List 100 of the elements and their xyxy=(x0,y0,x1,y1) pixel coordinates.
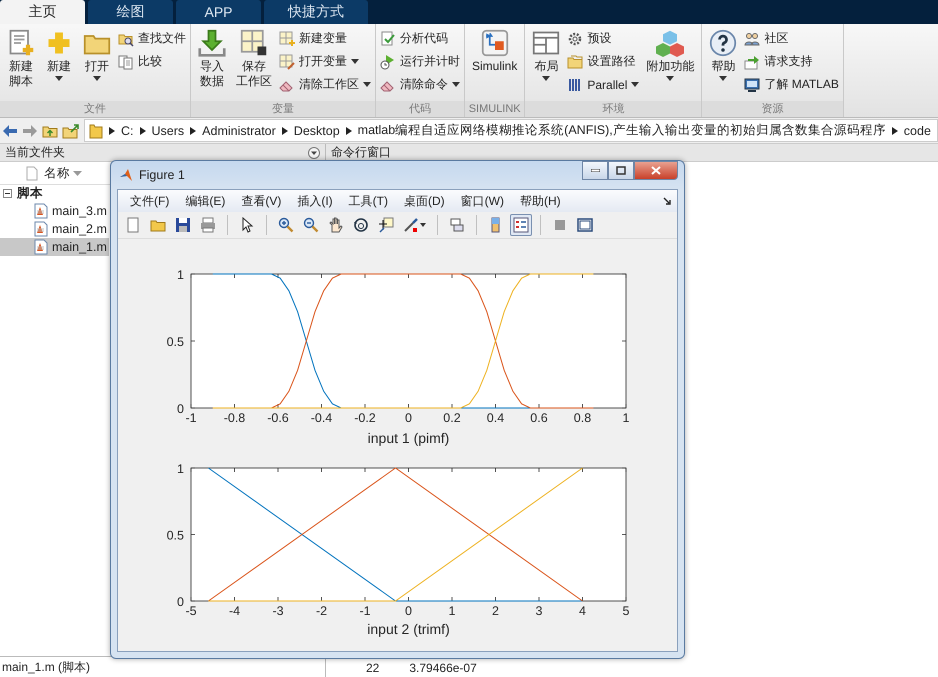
menu-item[interactable]: 插入(I) xyxy=(289,190,341,212)
caret-icon xyxy=(351,59,359,64)
caret-icon xyxy=(55,76,63,81)
ribbon-button[interactable]: 社区 xyxy=(744,29,839,48)
script-file-icon xyxy=(34,221,48,237)
section-title: 文件 xyxy=(0,101,190,117)
ribbon-button[interactable]: Simulink xyxy=(469,27,520,101)
caret-icon xyxy=(542,76,550,81)
menu-item[interactable]: 桌面(D) xyxy=(396,190,453,212)
ribbon-button[interactable]: 保存 工作区 xyxy=(233,27,275,101)
close-button[interactable] xyxy=(634,161,678,180)
folder-icon xyxy=(89,122,103,138)
tick-label: -0.2 xyxy=(354,411,376,425)
ribbon-button[interactable]: 新建 脚本 xyxy=(4,27,38,101)
sort-caret-icon xyxy=(73,170,82,176)
caret-icon xyxy=(631,82,640,87)
path-segment[interactable]: Users xyxy=(152,124,184,138)
arrow-document-icon xyxy=(744,54,760,70)
path-segment[interactable]: code xyxy=(904,124,931,138)
matlab-logo-icon xyxy=(119,168,133,182)
ribbon-button[interactable]: 清除工作区 xyxy=(279,75,371,94)
documents-icon xyxy=(118,54,134,70)
axis-label: input 1 (pimf) xyxy=(368,430,450,446)
menu-item[interactable]: 查看(V) xyxy=(233,190,290,212)
document-icon xyxy=(26,166,38,180)
ribbon-button[interactable]: 布局 xyxy=(529,27,564,101)
cubes-icon xyxy=(656,29,684,57)
menu-item[interactable]: 文件(F) xyxy=(122,190,178,212)
file-row[interactable]: main_2.m xyxy=(0,220,109,238)
ribbon-button[interactable]: 了解 MATLAB xyxy=(744,75,839,94)
grid-disk-icon xyxy=(240,29,268,57)
menu-item[interactable]: 编辑(E) xyxy=(177,190,234,212)
tick-label: 0.6 xyxy=(530,411,548,425)
path-segment[interactable]: Administrator xyxy=(202,124,276,138)
tick-label: 2 xyxy=(492,604,499,618)
maximize-button[interactable] xyxy=(608,161,634,180)
ribbon-button[interactable]: Parallel xyxy=(567,75,640,94)
ribbon-button[interactable]: 预设 xyxy=(567,29,640,48)
path-segment[interactable]: C: xyxy=(121,124,134,138)
ribbon-button[interactable]: 设置路径 xyxy=(567,52,640,71)
file-row[interactable]: main_1.m xyxy=(0,238,109,256)
tick-label: -2 xyxy=(316,604,328,618)
tick-label: 5 xyxy=(622,604,630,618)
file-name: main_2.m xyxy=(52,222,107,236)
grid-pencil-icon xyxy=(279,54,295,70)
ribbon-button[interactable]: 打开变量 xyxy=(279,52,371,71)
ribbon-button[interactable]: 比较 xyxy=(118,52,186,71)
dock-arrow-icon[interactable] xyxy=(663,197,671,205)
folders-icon xyxy=(567,54,584,70)
ribbon-button[interactable]: 运行并计时 xyxy=(380,52,460,71)
tick-label: 0 xyxy=(405,604,412,618)
ribbon-button[interactable]: 附加功能 xyxy=(643,27,698,101)
ribbon-button[interactable]: 帮助 xyxy=(706,27,740,101)
document-check-icon xyxy=(380,30,396,46)
ribbon-button[interactable]: 新建变量 xyxy=(279,29,371,48)
path-segment[interactable]: matlab编程自适应网络模糊推论系统(ANFIS),产生输入输出变量的初始归属含数集合源码程序 xyxy=(358,122,886,139)
menu-item[interactable]: 帮助(H) xyxy=(512,190,569,212)
panel-menu-icon[interactable] xyxy=(308,146,320,158)
ribbon-tab[interactable]: 绘图 xyxy=(88,0,173,24)
minimize-button[interactable] xyxy=(582,161,608,180)
back-arrow-icon[interactable] xyxy=(2,124,18,138)
people-icon xyxy=(744,30,760,46)
square-icon xyxy=(552,217,568,233)
output-index: 22 xyxy=(366,661,380,676)
browse-folder-icon[interactable] xyxy=(62,122,80,138)
path-field[interactable]: C: Users Administrator Desktop matlab编程自适应网络模糊推论系统(ANFIS),产生输入输出变量的初始归属含数集合源码程序 code xyxy=(84,119,938,142)
ribbon-button[interactable]: 查找文件 xyxy=(118,29,186,48)
ribbon-button[interactable]: 新建 xyxy=(42,27,76,101)
ribbon-button[interactable]: 打开 xyxy=(80,27,114,101)
tick-label: -3 xyxy=(272,604,284,618)
ribbon-tab[interactable]: APP xyxy=(176,0,261,24)
caret-icon xyxy=(420,223,426,227)
panel-title: 命令行窗口 xyxy=(331,144,391,161)
menu-item[interactable]: 窗口(W) xyxy=(452,190,512,212)
tree-group-label[interactable]: 脚本 xyxy=(17,185,43,202)
file-row[interactable]: main_3.m xyxy=(0,202,109,220)
tick-label: 1 xyxy=(177,268,184,282)
caret-icon xyxy=(452,82,460,87)
minimize-icon xyxy=(590,169,600,172)
ribbon-button[interactable]: 导入 数据 xyxy=(195,27,229,101)
caret-icon xyxy=(93,76,101,81)
caret-icon xyxy=(719,76,728,81)
path-segment[interactable]: Desktop xyxy=(294,124,340,138)
column-header[interactable]: 名称 xyxy=(44,164,82,182)
collapse-icon[interactable] xyxy=(3,189,12,198)
section-title: 变量 xyxy=(191,101,375,117)
link-icon xyxy=(449,217,465,233)
tick-label: -0.4 xyxy=(310,411,332,425)
ribbon-button[interactable]: 分析代码 xyxy=(380,29,460,48)
tick-label: 0 xyxy=(177,402,184,416)
ribbon-button[interactable]: 清除命令 xyxy=(380,75,460,94)
close-icon xyxy=(651,166,661,175)
help-icon xyxy=(709,29,738,57)
toolbar-button[interactable] xyxy=(510,214,532,236)
chevron-icon xyxy=(109,126,115,134)
ribbon-tab[interactable]: 快捷方式 xyxy=(264,0,368,24)
document-plus-icon xyxy=(7,29,35,57)
ribbon-button[interactable]: 请求支持 xyxy=(744,52,839,71)
menu-item[interactable]: 工具(T) xyxy=(340,190,396,212)
ribbon-tab[interactable]: 主页 xyxy=(0,0,85,24)
